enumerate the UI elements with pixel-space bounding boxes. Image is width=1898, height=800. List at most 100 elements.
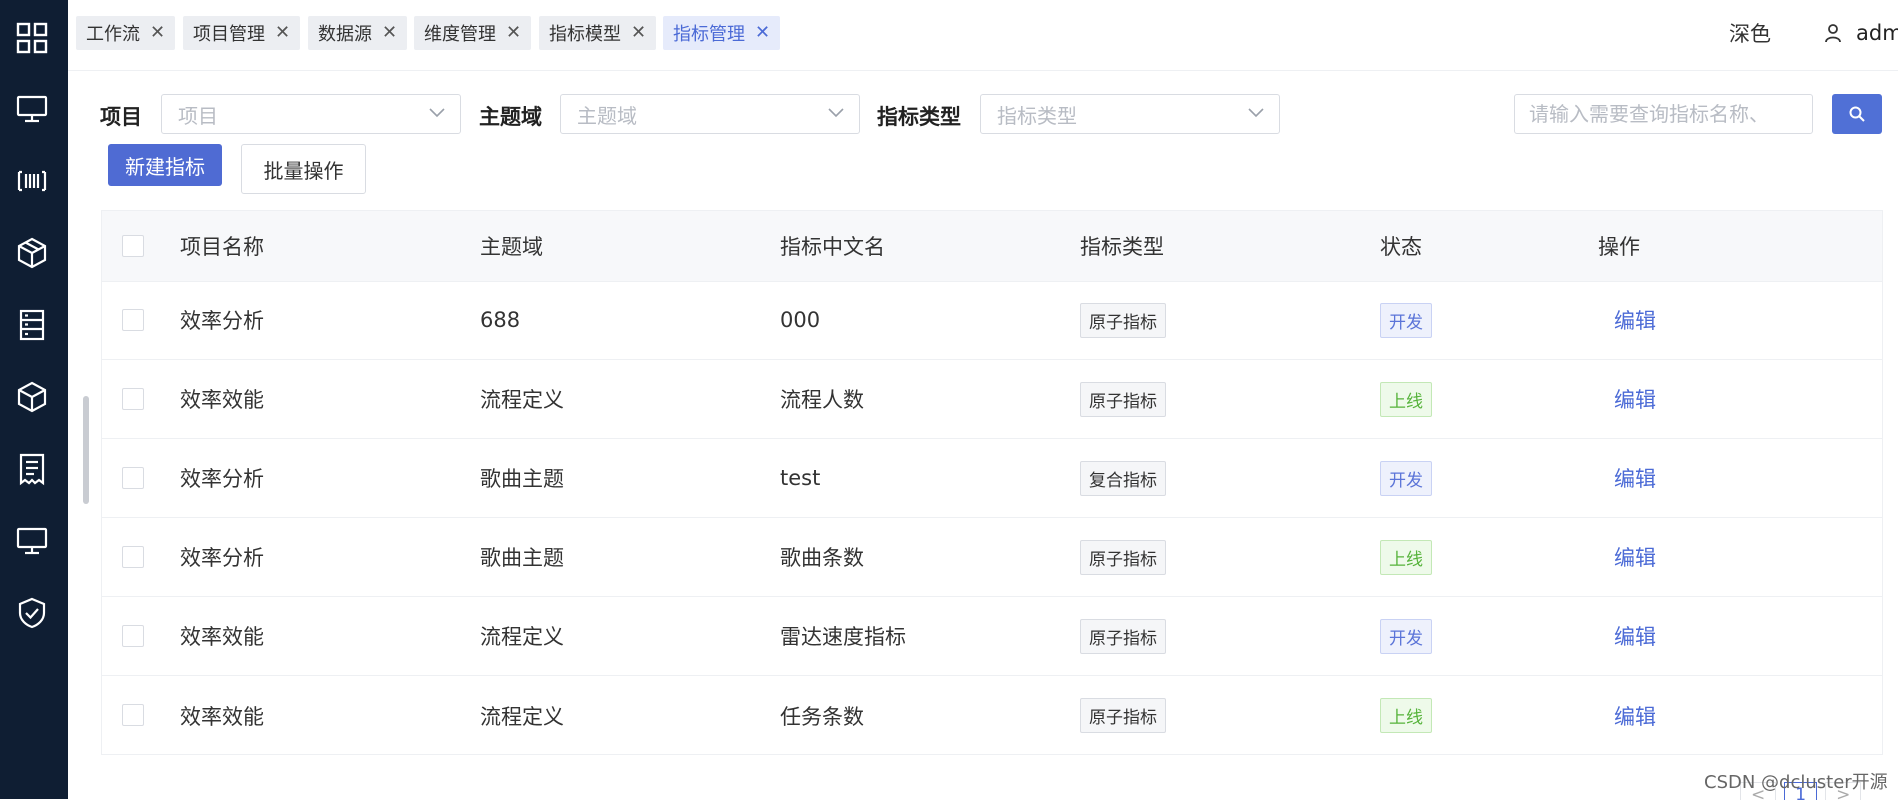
tab-label: 工作流	[86, 24, 140, 45]
type-tag: 原子指标	[1080, 381, 1166, 417]
cell-project: 效率分析	[180, 309, 264, 333]
cell-name: 000	[780, 308, 821, 332]
tab-label: 指标管理	[673, 24, 745, 45]
tab-label: 数据源	[318, 24, 372, 45]
close-icon[interactable]: ✕	[382, 24, 397, 42]
domain-select[interactable]: 主题域	[560, 94, 860, 134]
row-checkbox[interactable]	[122, 467, 144, 489]
tab-metric-management[interactable]: 指标管理 ✕	[663, 16, 781, 50]
status-badge: 上线	[1380, 698, 1432, 733]
metric-table: 项目名称 主题域 指标中文名 指标类型 状态 操作 效率分析 688 000 原…	[101, 210, 1883, 755]
edit-link[interactable]: 编辑	[1614, 384, 1656, 414]
close-icon[interactable]: ✕	[275, 24, 290, 42]
cell-project: 效率分析	[180, 467, 264, 491]
row-checkbox[interactable]	[122, 704, 144, 726]
column-header-action[interactable]: 操作	[1598, 211, 1640, 281]
cell-domain: 歌曲主题	[480, 467, 564, 491]
tab-label: 维度管理	[424, 24, 496, 45]
row-checkbox[interactable]	[122, 625, 144, 647]
cell-domain: 流程定义	[480, 388, 564, 412]
cell-action: 编辑	[1614, 597, 1656, 675]
shield-check-icon[interactable]	[14, 595, 50, 631]
type-tag: 原子指标	[1080, 539, 1166, 575]
tab-metric-model[interactable]: 指标模型 ✕	[539, 16, 657, 50]
type-tag: 复合指标	[1080, 460, 1166, 496]
cell-domain: 688	[480, 308, 521, 332]
cell-action: 编辑	[1614, 439, 1656, 517]
desktop-icon[interactable]	[14, 523, 50, 559]
grid-icon[interactable]	[14, 20, 50, 56]
tab-dimension-management[interactable]: 维度管理 ✕	[414, 16, 532, 50]
new-metric-button[interactable]: 新建指标	[108, 144, 222, 186]
column-header-status[interactable]: 状态	[1380, 211, 1422, 281]
cell-name: 流程人数	[780, 388, 864, 412]
cell-project: 效率效能	[180, 625, 264, 649]
cube-icon[interactable]	[14, 379, 50, 415]
type-tag: 原子指标	[1080, 302, 1166, 338]
type-select[interactable]: 指标类型	[980, 94, 1280, 134]
package-icon[interactable]	[14, 235, 50, 271]
top-bar: 工作流 ✕ 项目管理 ✕ 数据源 ✕ 维度管理 ✕ 指标模型 ✕ 指标管理 ✕ …	[68, 0, 1898, 71]
row-checkbox[interactable]	[122, 546, 144, 568]
monitor-icon[interactable]	[14, 91, 50, 127]
theme-toggle[interactable]: 深色	[1729, 18, 1771, 48]
cell-name: test	[780, 466, 821, 490]
edit-link[interactable]: 编辑	[1614, 621, 1656, 651]
sidebar	[0, 0, 68, 799]
cell-action: 编辑	[1614, 518, 1656, 596]
table-row: 效率效能 流程定义 流程人数 原子指标 上线 编辑	[102, 360, 1882, 439]
user-menu[interactable]: admin	[1824, 18, 1898, 48]
chevron-down-icon	[828, 108, 844, 118]
cell-action: 编辑	[1614, 281, 1656, 359]
cell-status: 开发	[1380, 281, 1432, 359]
cell-domain: 流程定义	[480, 625, 564, 649]
column-header-type[interactable]: 指标类型	[1080, 211, 1164, 281]
edit-link[interactable]: 编辑	[1614, 701, 1656, 731]
cell-project: 效率效能	[180, 704, 264, 729]
type-tag: 原子指标	[1080, 618, 1166, 654]
status-badge: 上线	[1380, 381, 1432, 417]
row-checkbox[interactable]	[122, 388, 144, 410]
search-button[interactable]	[1832, 94, 1882, 134]
status-badge: 上线	[1380, 539, 1432, 575]
cell-action: 编辑	[1614, 676, 1656, 755]
project-filter-label: 项目	[100, 105, 142, 129]
search-input[interactable]	[1514, 94, 1813, 134]
row-checkbox[interactable]	[122, 309, 144, 331]
scrollbar-thumb[interactable]	[83, 396, 89, 504]
cell-status: 开发	[1380, 597, 1432, 675]
server-icon[interactable]	[14, 307, 50, 343]
cell-type: 原子指标	[1080, 676, 1166, 755]
table-row: 效率分析 688 000 原子指标 开发 编辑	[102, 281, 1882, 360]
cell-type: 原子指标	[1080, 281, 1166, 359]
status-badge: 开发	[1380, 302, 1432, 338]
username: admin	[1856, 21, 1898, 45]
close-icon[interactable]: ✕	[150, 24, 165, 42]
cell-type: 原子指标	[1080, 360, 1166, 438]
edit-link[interactable]: 编辑	[1614, 463, 1656, 493]
select-all-checkbox[interactable]	[122, 235, 144, 257]
chevron-down-icon	[429, 108, 445, 118]
column-header-domain[interactable]: 主题域	[480, 211, 543, 281]
cell-status: 上线	[1380, 518, 1432, 596]
table-row: 效率效能 流程定义 任务条数 原子指标 上线 编辑	[102, 676, 1882, 755]
edit-link[interactable]: 编辑	[1614, 542, 1656, 572]
type-tag: 原子指标	[1080, 698, 1166, 733]
tab-workflow[interactable]: 工作流 ✕	[76, 16, 176, 50]
edit-link[interactable]: 编辑	[1614, 305, 1656, 335]
barcode-icon[interactable]	[14, 163, 50, 199]
document-icon[interactable]	[14, 451, 50, 487]
project-select-placeholder: 项目	[178, 103, 218, 128]
close-icon[interactable]: ✕	[755, 24, 770, 42]
close-icon[interactable]: ✕	[631, 24, 646, 42]
column-header-project[interactable]: 项目名称	[180, 211, 264, 281]
table-row: 效率分析 歌曲主题 test 复合指标 开发 编辑	[102, 439, 1882, 518]
tab-project-management[interactable]: 项目管理 ✕	[183, 16, 301, 50]
column-header-name[interactable]: 指标中文名	[780, 211, 885, 281]
project-select[interactable]: 项目	[161, 94, 461, 134]
chevron-down-icon	[1248, 108, 1264, 118]
batch-operation-button[interactable]: 批量操作	[241, 144, 366, 194]
cell-domain: 歌曲主题	[480, 546, 564, 570]
close-icon[interactable]: ✕	[506, 24, 521, 42]
tab-datasource[interactable]: 数据源 ✕	[308, 16, 408, 50]
